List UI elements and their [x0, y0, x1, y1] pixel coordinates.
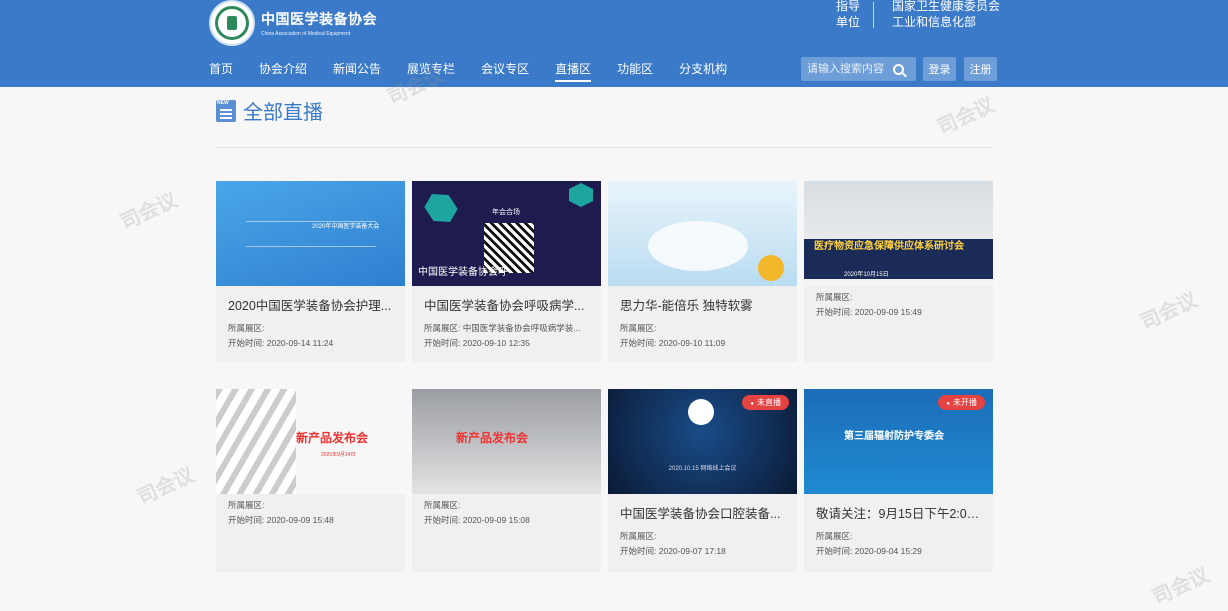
live-thumbnail[interactable]: 未直播 2020.10.15 网络线上会议 [608, 389, 797, 494]
card-hall: 所属展区: [816, 292, 853, 302]
card-title[interactable]: 敬请关注：9月15日下午2:00... [804, 503, 993, 519]
search-box [801, 57, 916, 81]
live-card[interactable]: 医疗物资应急保障供应体系研讨会 2020年10月15日 所属展区: 开始时间: … [804, 181, 993, 362]
watermark: 司会议 [134, 464, 198, 510]
live-thumbnail[interactable]: 未开播 第三届辐射防护专委会 [804, 389, 993, 494]
card-start-time: 开始时间: 2020-09-14 11:24 [228, 338, 334, 348]
live-card[interactable]: 年会合场 中国医学装备协会呼 中国医学装备协会呼吸病学... 所属展区: 中国医… [412, 181, 601, 362]
live-card[interactable]: 2020年中国医学装备大会 2020中国医学装备协会护理... 所属展区: 开始… [216, 181, 405, 362]
card-hall: 所属展区: [620, 323, 657, 333]
card-hall: 所属展区: [228, 323, 265, 333]
live-thumbnail[interactable]: 年会合场 中国医学装备协会呼 [412, 181, 601, 286]
live-thumbnail[interactable]: 2020年中国医学装备大会 [216, 181, 405, 286]
card-title[interactable]: 中国医学装备协会呼吸病学... [412, 295, 601, 311]
card-hall: 所属展区: 中国医学装备协会呼吸病学装... [424, 323, 581, 333]
not-live-badge: 未直播 [742, 395, 789, 410]
nav-branches[interactable]: 分支机构 [679, 60, 727, 82]
search-icon[interactable] [893, 63, 904, 75]
card-start-time: 开始时间: 2020-09-10 12:35 [424, 338, 530, 348]
guide-divider [873, 2, 874, 28]
brand-name-en: China Association of Medical Equipment [261, 30, 351, 37]
page-title: 全部直播 [243, 102, 323, 124]
card-start-time: 开始时间: 2020-09-09 15:49 [816, 307, 922, 317]
live-thumbnail[interactable]: 新产品发布会 2020年9月24日 [216, 389, 405, 494]
thumb-title: 第三届辐射防护专委会 [844, 431, 944, 442]
search-input[interactable] [801, 63, 891, 75]
association-logo-icon [209, 0, 255, 46]
nav-home[interactable]: 首页 [209, 60, 233, 82]
site-header: 中国医学装备协会 China Association of Medical Eq… [0, 0, 1228, 87]
card-title[interactable]: 思力华-能倍乐 独特软雾 [608, 295, 797, 311]
guide-label: 指导 单位 [836, 0, 861, 29]
live-card[interactable]: 新产品发布会 所属展区: 开始时间: 2020-09-09 15:08 [412, 389, 601, 572]
thumb-title: 医疗物资应急保障供应体系研讨会 [814, 241, 964, 252]
nav-live[interactable]: 直播区 [555, 60, 592, 82]
login-button[interactable]: 登录 [923, 57, 956, 81]
nav-meetings[interactable]: 会议专区 [481, 60, 529, 82]
watermark: 司会议 [1149, 564, 1213, 610]
watermark: 司会议 [934, 94, 998, 140]
watermark: 司会议 [117, 189, 181, 235]
thumb-date: 2020.10.15 网络线上会议 [668, 466, 737, 472]
card-start-time: 开始时间: 2020-09-09 15:48 [228, 515, 334, 525]
live-card[interactable]: 思力华-能倍乐 独特软雾 所属展区: 开始时间: 2020-09-10 11:0… [608, 181, 797, 362]
new-list-icon [216, 99, 236, 122]
thumb-date: 2020年10月15日 [844, 272, 889, 278]
thumb-title: 新产品发布会 [456, 431, 529, 445]
thumb-title: 新产品发布会 [296, 431, 369, 445]
card-hall: 所属展区: [424, 500, 461, 510]
live-card[interactable]: 新产品发布会 2020年9月24日 所属展区: 开始时间: 2020-09-09… [216, 389, 405, 572]
register-button[interactable]: 注册 [964, 57, 997, 81]
card-title[interactable]: 中国医学装备协会口腔装备... [608, 503, 797, 519]
nav-news[interactable]: 新闻公告 [333, 60, 381, 82]
watermark: 司会议 [1137, 289, 1201, 335]
live-card[interactable]: 未直播 2020.10.15 网络线上会议 中国医学装备协会口腔装备... 所属… [608, 389, 797, 572]
card-hall: 所属展区: [620, 531, 657, 541]
card-hall: 所属展区: [228, 500, 265, 510]
title-divider [216, 147, 992, 148]
thumb-title: 年会合场 [492, 209, 520, 216]
guide-orgs: 国家卫生健康委员会 工业和信息化部 [892, 0, 1001, 29]
nav-about[interactable]: 协会介绍 [259, 60, 307, 82]
card-start-time: 开始时间: 2020-09-04 15:29 [816, 546, 922, 556]
page-title-row: 全部直播 [216, 96, 323, 125]
card-start-time: 开始时间: 2020-09-07 17:18 [620, 546, 726, 556]
brand-logo-link[interactable]: 中国医学装备协会 China Association of Medical Eq… [209, 0, 377, 46]
card-start-time: 开始时间: 2020-09-10 11:09 [620, 338, 726, 348]
main-nav: 首页 协会介绍 新闻公告 展览专栏 会议专区 直播区 功能区 分支机构 [209, 60, 753, 82]
thumb-date: 2020年9月24日 [321, 452, 356, 458]
card-start-time: 开始时间: 2020-09-09 15:08 [424, 515, 530, 525]
brand-name: 中国医学装备协会 [261, 10, 377, 27]
nav-functions[interactable]: 功能区 [617, 60, 653, 82]
live-card[interactable]: 未开播 第三届辐射防护专委会 敬请关注：9月15日下午2:00... 所属展区:… [804, 389, 993, 572]
thumb-title: 2020年中国医学装备大会 [312, 224, 380, 230]
live-thumbnail[interactable]: 新产品发布会 [412, 389, 601, 494]
card-hall: 所属展区: [816, 531, 853, 541]
card-title[interactable]: 2020中国医学装备协会护理... [216, 295, 405, 311]
thumb-caption: 中国医学装备协会呼 [418, 267, 508, 278]
live-thumbnail[interactable] [608, 181, 797, 286]
live-thumbnail[interactable]: 医疗物资应急保障供应体系研讨会 2020年10月15日 [804, 181, 993, 286]
not-started-badge: 未开播 [938, 395, 985, 410]
